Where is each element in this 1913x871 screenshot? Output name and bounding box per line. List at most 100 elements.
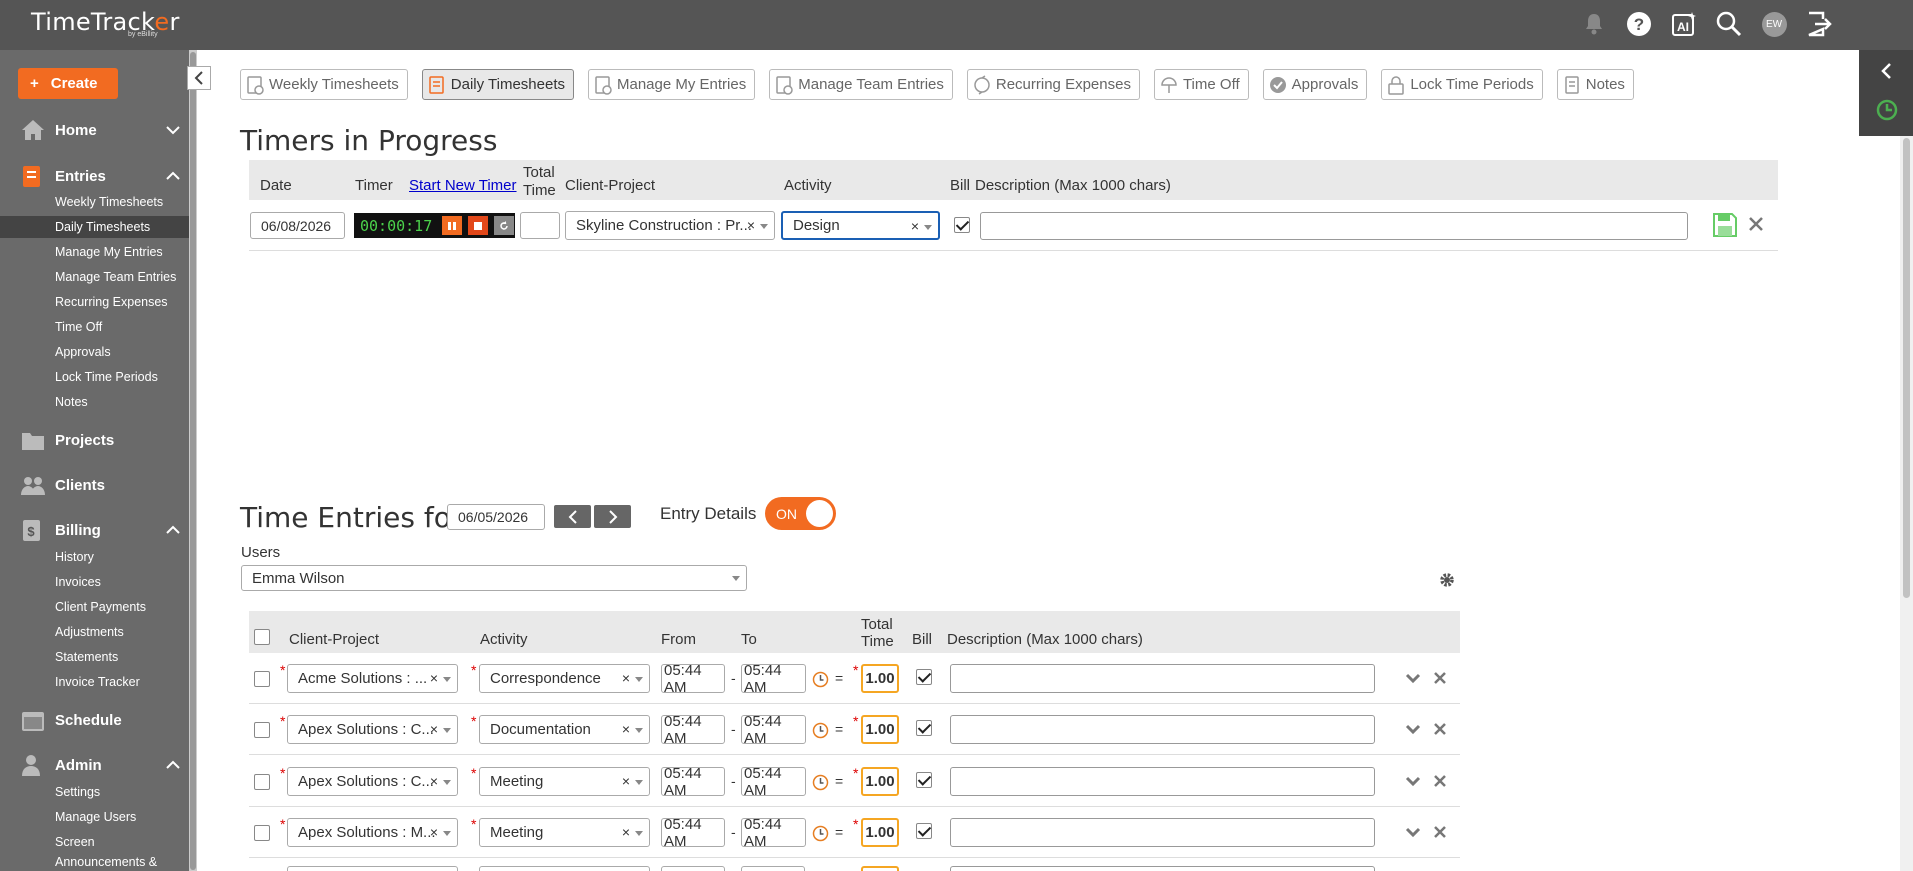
close-icon[interactable] (1433, 671, 1447, 685)
chevron-down-icon[interactable] (1405, 776, 1421, 788)
entries-date-input[interactable]: 06/05/2026 (447, 504, 545, 530)
clear-icon[interactable]: × (430, 670, 438, 686)
tab-notes[interactable]: Notes (1556, 69, 1634, 100)
bill-checkbox[interactable] (916, 669, 932, 685)
from-time-input[interactable]: 05:44 AM (661, 713, 725, 747)
clear-icon[interactable]: × (622, 824, 630, 840)
total-time-input[interactable]: 1.00 (861, 715, 899, 744)
sidebar-item-client-payments[interactable]: Client Payments (0, 596, 189, 618)
to-time-input[interactable]: 05:44 AM (741, 662, 806, 696)
save-icon[interactable] (1712, 212, 1738, 238)
sidebar-item-screen[interactable]: Screen (0, 831, 189, 853)
tab-recurring-expenses[interactable]: Recurring Expenses (966, 69, 1140, 100)
client-project-select[interactable]: Acme Solutions : ... × (287, 664, 458, 693)
sidebar-item-time-off[interactable]: Time Off (0, 316, 189, 338)
sidebar-item-schedule[interactable]: Schedule (0, 704, 189, 736)
page-scrollbar[interactable] (1900, 136, 1913, 871)
bill-checkbox[interactable] (916, 720, 932, 736)
search-icon[interactable] (1715, 10, 1743, 38)
sidebar-item-recurring-expenses[interactable]: Recurring Expenses (0, 291, 189, 313)
client-project-select[interactable]: Apex Solutions : C... × (287, 767, 458, 796)
close-icon[interactable] (1748, 216, 1764, 232)
close-icon[interactable] (1433, 825, 1447, 839)
sidebar-item-admin[interactable]: Admin (0, 749, 189, 781)
sidebar-item-clients[interactable]: Clients (0, 469, 189, 501)
chevron-down-icon[interactable] (1405, 827, 1421, 839)
next-day-button[interactable] (594, 505, 631, 528)
to-time-input[interactable]: 05:44 AM (741, 713, 806, 747)
activity-select[interactable]: Correspondence × (479, 664, 650, 693)
from-time-input[interactable]: 05:44 AM (661, 765, 725, 799)
clear-icon[interactable]: × (747, 217, 755, 233)
sidebar-item-weekly-timesheets[interactable]: Weekly Timesheets (0, 191, 189, 213)
select-all-checkbox[interactable] (254, 629, 270, 645)
create-button[interactable]: + Create (18, 68, 118, 99)
sidebar-scrollbar[interactable] (189, 50, 197, 871)
description-input[interactable] (950, 715, 1375, 744)
stop-button[interactable] (468, 216, 488, 235)
row-checkbox[interactable] (254, 774, 270, 790)
description-input[interactable] (950, 664, 1375, 693)
tab-manage-team-entries[interactable]: Manage Team Entries (769, 69, 953, 100)
clock-icon[interactable] (812, 774, 829, 791)
tab-time-off[interactable]: Time Off (1153, 69, 1249, 100)
close-icon[interactable] (1433, 774, 1447, 788)
sidebar-item-adjustments[interactable]: Adjustments (0, 621, 189, 643)
bill-checkbox[interactable] (916, 772, 932, 788)
sidebar-item-history[interactable]: History (0, 546, 189, 568)
clear-icon[interactable]: × (622, 670, 630, 686)
total-time-input[interactable]: 1.00 (861, 664, 899, 693)
avatar[interactable]: EW (1760, 10, 1788, 38)
activity-select[interactable]: Documentation × (479, 715, 650, 744)
activity-select[interactable]: Meeting × (479, 767, 650, 796)
timer-total-input[interactable] (520, 212, 560, 239)
clock-icon[interactable] (812, 671, 829, 688)
sidebar-item-home[interactable]: Home (0, 114, 189, 146)
pause-button[interactable] (442, 216, 462, 235)
from-time-input[interactable]: 05:44 AM (661, 662, 725, 696)
gear-icon[interactable] (1438, 571, 1456, 589)
sidebar-item-manage-users[interactable]: Manage Users (0, 806, 189, 828)
bell-icon[interactable] (1580, 10, 1608, 38)
sidebar-item-daily-timesheets[interactable]: Daily Timesheets (0, 216, 189, 238)
timer-bill-checkbox[interactable] (954, 217, 970, 233)
client-project-select[interactable]: Apex Solutions : M... × (287, 818, 458, 847)
activity-select[interactable]: Meeting × (479, 818, 650, 847)
chevron-down-icon[interactable] (165, 122, 181, 138)
tab-daily-timesheets[interactable]: Daily Timesheets (421, 69, 574, 100)
sidebar-item-invoice-tracker[interactable]: Invoice Tracker (0, 671, 189, 693)
total-time-input[interactable]: 1.00 (861, 818, 899, 847)
sidebar-item-manage-team-entries[interactable]: Manage Team Entries (0, 266, 189, 288)
total-time-input[interactable]: 1.00 (861, 767, 899, 796)
sidebar-item-notes[interactable]: Notes (0, 391, 189, 413)
sidebar-item-billing[interactable]: $ Billing (0, 514, 189, 546)
clear-icon[interactable]: × (622, 773, 630, 789)
row-checkbox[interactable] (254, 825, 270, 841)
sidebar-item-approvals[interactable]: Approvals (0, 341, 189, 363)
row-checkbox[interactable] (254, 722, 270, 738)
timer-date-input[interactable]: 06/08/2026 (250, 212, 345, 239)
clear-icon[interactable]: × (430, 773, 438, 789)
sidebar-item-invoices[interactable]: Invoices (0, 571, 189, 593)
chevron-up-icon[interactable] (165, 522, 181, 538)
chevron-up-icon[interactable] (165, 757, 181, 773)
clear-icon[interactable]: × (430, 824, 438, 840)
to-time-input[interactable]: 05:44 AM (741, 816, 806, 850)
tab-manage-my-entries[interactable]: Manage My Entries (588, 69, 756, 100)
chevron-down-icon[interactable] (1405, 724, 1421, 736)
description-input[interactable] (950, 767, 1375, 796)
bill-checkbox[interactable] (916, 823, 932, 839)
timer-description-input[interactable] (980, 212, 1688, 240)
sidebar-item-manage-my-entries[interactable]: Manage My Entries (0, 241, 189, 263)
ai-icon[interactable]: AI (1670, 10, 1698, 38)
tab-approvals[interactable]: Approvals (1262, 69, 1368, 100)
reset-button[interactable] (494, 216, 514, 235)
prev-day-button[interactable] (554, 505, 591, 528)
sidebar-item-announcements[interactable]: Announcements & (0, 851, 189, 871)
timer-activity-select[interactable]: Design × (781, 211, 940, 240)
tab-lock-time-periods[interactable]: Lock Time Periods (1381, 69, 1543, 100)
chevron-up-icon[interactable] (165, 168, 181, 184)
entry-details-toggle[interactable]: ON (765, 497, 836, 530)
clear-icon[interactable]: × (911, 218, 919, 234)
start-new-timer-link[interactable]: Start New Timer (409, 177, 517, 194)
